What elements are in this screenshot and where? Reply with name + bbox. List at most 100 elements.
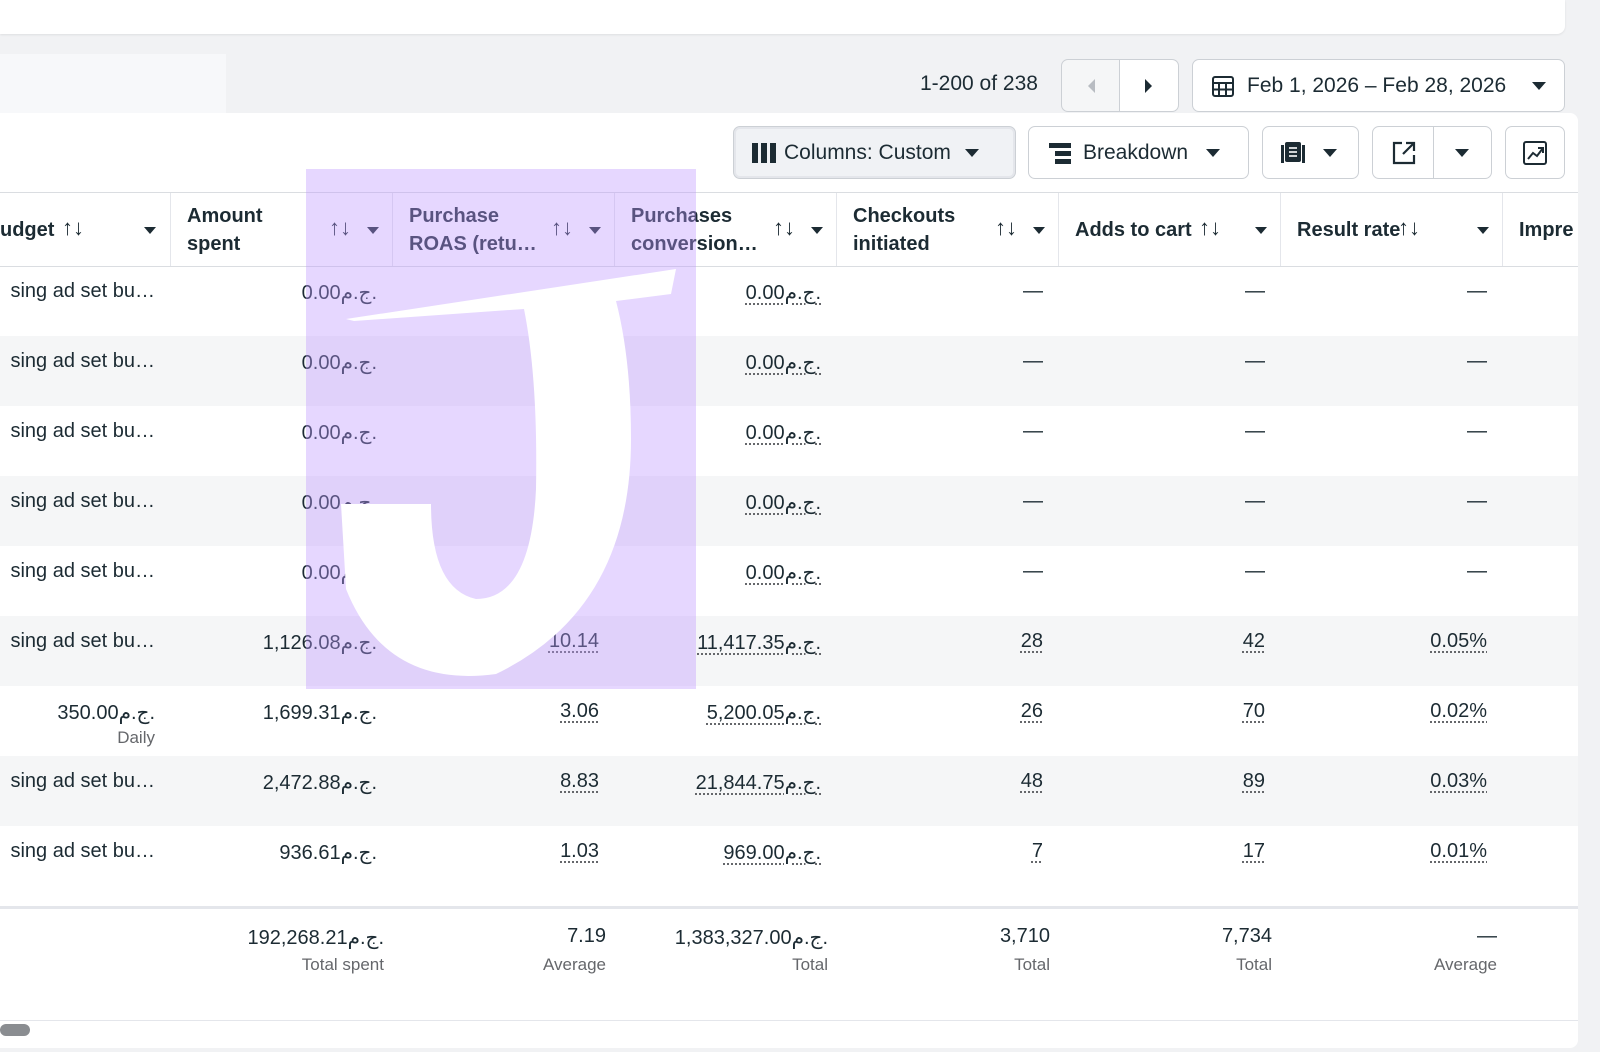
column-header-impressions[interactable]: Impre	[1503, 193, 1578, 266]
table-row[interactable]: 350.00ج.م. Daily 1,699.31ج.م. 3.06 5,200.05ج…	[0, 686, 1578, 756]
table-row[interactable]: sing ad set bu… 0.00ج.م. — 0.00ج.م. — — —	[0, 266, 1578, 336]
export-split-button[interactable]	[1372, 126, 1492, 179]
chevron-down-icon[interactable]	[589, 227, 601, 234]
chevron-down-icon[interactable]	[367, 227, 379, 234]
table-row[interactable]: sing ad set bu… 0.00ج.م. — 0.00ج.م. — — —	[0, 476, 1578, 546]
sort-icon[interactable]: ↑↓	[1398, 215, 1420, 241]
cell-conv-value: 969.00ج.م.	[615, 826, 837, 896]
cell-value: sing ad set bu…	[10, 280, 155, 302]
breakdown-icon	[1049, 142, 1071, 164]
cell-result-rate: —	[1281, 546, 1503, 616]
total-label: Average	[542, 955, 606, 974]
sort-icon[interactable]: ↑↓	[1199, 215, 1221, 241]
horizontal-scrollbar-thumb[interactable]	[0, 1024, 30, 1036]
cell-value[interactable]: 0.00ج.م.	[746, 560, 821, 585]
export-icon[interactable]	[1391, 140, 1417, 172]
table-row[interactable]: sing ad set bu… 1,126.08ج.م. 10.14 11,417.3…	[0, 616, 1578, 686]
cell-adds-to-cart: —	[1059, 546, 1281, 616]
cell-value[interactable]: 0.00ج.م.	[746, 420, 821, 445]
chevron-down-icon[interactable]	[811, 227, 823, 234]
column-header-checkouts-initiated[interactable]: Checkouts initiated ↑↓	[837, 193, 1059, 266]
cell-value[interactable]: 7	[1032, 840, 1043, 863]
column-header-purchase-roas[interactable]: Purchase ROAS (retu… ↑↓	[393, 193, 615, 266]
total-label: Total	[792, 955, 828, 974]
column-header-adds-to-cart[interactable]: Adds to cart ↑↓	[1059, 193, 1281, 266]
split-divider	[1433, 127, 1434, 178]
column-header-budget[interactable]: udget ↑↓	[0, 193, 171, 266]
cell-value: —	[579, 280, 599, 302]
chevron-down-icon	[964, 148, 979, 157]
cell-checkouts: 28	[837, 616, 1059, 686]
cell-value[interactable]: 26	[1021, 700, 1043, 723]
sort-icon[interactable]: ↑↓	[773, 215, 795, 241]
cell-budget: sing ad set bu…	[0, 756, 171, 826]
chevron-down-icon[interactable]	[1477, 227, 1489, 234]
cell-checkouts: 48	[837, 756, 1059, 826]
column-header-result-rate[interactable]: Result rate ↑↓	[1281, 193, 1503, 266]
date-range-picker[interactable]: Feb 1, 2026 – Feb 28, 2026	[1192, 59, 1565, 112]
cell-value: —	[1467, 280, 1487, 302]
chevron-down-icon[interactable]	[1455, 149, 1469, 157]
cell-value[interactable]: 0.03%	[1430, 770, 1487, 793]
date-range-label: Feb 1, 2026 – Feb 28, 2026	[1247, 73, 1507, 97]
reports-button[interactable]	[1262, 126, 1359, 179]
cell-value[interactable]: 0.00ج.م.	[746, 350, 821, 375]
cell-budget: sing ad set bu…	[0, 336, 171, 406]
cell-value[interactable]: 0.00ج.م.	[746, 490, 821, 515]
chevron-down-icon[interactable]	[1033, 227, 1045, 234]
column-header-purchases-conversion[interactable]: Purchases conversion… ↑↓	[615, 193, 837, 266]
table-row[interactable]: sing ad set bu… 2,472.88ج.م. 8.83 21,844.75…	[0, 756, 1578, 826]
cell-value[interactable]: 17	[1243, 840, 1265, 863]
previous-page-button[interactable]	[1061, 59, 1120, 112]
chevron-down-icon	[1532, 81, 1546, 90]
sort-icon[interactable]: ↑↓	[995, 215, 1017, 241]
table-row[interactable]: sing ad set bu… 0.00ج.م. — 0.00ج.م. — — —	[0, 336, 1578, 406]
cell-value[interactable]: 0.01%	[1430, 840, 1487, 863]
columns-button[interactable]: Columns: Custom	[733, 126, 1016, 179]
cell-value[interactable]: 1.03	[560, 840, 599, 863]
cell-value[interactable]: 969.00ج.م.	[723, 840, 821, 865]
cell-value[interactable]: 89	[1243, 770, 1265, 793]
cell-value: 0.00ج.م.	[301, 352, 377, 374]
total-adds-to-cart: 7,734 Total	[1059, 909, 1272, 1019]
chevron-down-icon[interactable]	[1255, 227, 1267, 234]
cell-value[interactable]: 8.83	[560, 770, 599, 793]
cell-value: —	[579, 350, 599, 372]
cell-value[interactable]: 0.02%	[1430, 700, 1487, 723]
cell-value[interactable]: 21,844.75ج.م.	[696, 770, 821, 795]
cell-value[interactable]: 10.14	[549, 630, 599, 653]
pagination-text: 1-200 of 238	[920, 72, 1038, 95]
cell-value: 0.00ج.م.	[301, 422, 377, 444]
cell-value: —	[1023, 420, 1043, 442]
chart-view-button[interactable]	[1505, 126, 1565, 179]
cell-value[interactable]: 0.00ج.م.	[746, 280, 821, 305]
breakdown-button[interactable]: Breakdown	[1028, 126, 1249, 179]
column-header-amount-spent[interactable]: Amount spent ↑↓	[171, 193, 393, 266]
cell-value: sing ad set bu…	[10, 840, 155, 862]
column-header-label: Impre	[1519, 218, 1574, 241]
cell-result-rate: 0.02%	[1281, 686, 1503, 756]
cell-adds-to-cart: —	[1059, 336, 1281, 406]
cell-value[interactable]: 5,200.05ج.م.	[707, 700, 821, 725]
cell-checkouts: —	[837, 476, 1059, 546]
total-result-rate: — Average	[1281, 909, 1497, 1019]
chevron-down-icon[interactable]	[144, 227, 156, 234]
cell-value[interactable]: 48	[1021, 770, 1043, 793]
cell-value[interactable]: 3.06	[560, 700, 599, 723]
table-row[interactable]: sing ad set bu… 0.00ج.م. — 0.00ج.م. — — —	[0, 406, 1578, 476]
column-header-label: Checkouts initiated	[853, 204, 956, 255]
cell-value[interactable]: 42	[1243, 630, 1265, 653]
cell-value[interactable]: 11,417.35ج.م.	[697, 630, 821, 655]
sort-icon[interactable]: ↑↓	[62, 215, 84, 241]
next-page-button[interactable]	[1120, 59, 1179, 112]
cell-budget: sing ad set bu…	[0, 546, 171, 616]
cell-value[interactable]: 28	[1021, 630, 1043, 653]
cell-value: 2,472.88ج.م.	[262, 772, 377, 794]
sort-icon[interactable]: ↑↓	[329, 215, 351, 241]
table-row[interactable]: sing ad set bu… 936.61ج.م. 1.03 969.00ج.م. 7…	[0, 826, 1578, 896]
cell-value[interactable]: 0.05%	[1430, 630, 1487, 653]
sort-icon[interactable]: ↑↓	[551, 215, 573, 241]
table-row[interactable]: sing ad set bu… 0.00ج.م. — 0.00ج.م. — — —	[0, 546, 1578, 616]
top-panel	[0, 0, 1565, 34]
cell-value[interactable]: 70	[1243, 700, 1265, 723]
